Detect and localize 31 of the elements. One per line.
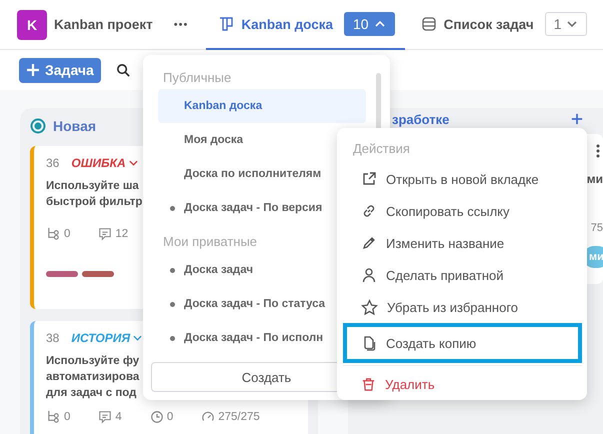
menu-item-label: Скопировать ссылку (386, 204, 510, 218)
column-title: Новая (53, 118, 96, 134)
section-header: Публичные (162, 69, 232, 87)
stat-value: 12 (115, 228, 128, 240)
task-number: 38 (46, 331, 60, 345)
tab-label: Список задач (444, 16, 534, 32)
stat-value: 0 (64, 228, 70, 240)
menu-item-label: Создать копию (386, 336, 476, 350)
project-name: Kanban проект (54, 17, 153, 32)
menu-item-label: Открыть в новой вкладке (386, 172, 539, 186)
stat-value: 275/275 (218, 410, 260, 422)
stat-value: 0 (64, 410, 70, 422)
task-title: для задач с под (46, 386, 136, 401)
menu-item-label: Удалить (385, 376, 435, 392)
stat-value: 4 (115, 410, 122, 422)
task-number: 36 (46, 156, 60, 170)
task-title: ми (586, 172, 603, 186)
menu-item-label: Убрать из избранного (387, 300, 518, 314)
stat-value: 75 (590, 222, 603, 234)
task-title: автоматизирова (46, 370, 140, 385)
stat-value: 0 (166, 410, 174, 422)
task-title: быстрой фильтр (46, 195, 142, 210)
section-header: Мои приватные (162, 233, 258, 251)
task-title: Используйте фу (46, 354, 140, 369)
menu-item-label: Сделать приватной (386, 268, 504, 282)
menu-item-label: Изменить название (386, 236, 504, 250)
task-title: Используйте ша (46, 179, 139, 194)
project-avatar: K (17, 10, 47, 40)
tab-label: Kanban доска (241, 16, 334, 32)
menu-header: Действия (352, 140, 410, 158)
column-title: зработке (392, 112, 450, 126)
